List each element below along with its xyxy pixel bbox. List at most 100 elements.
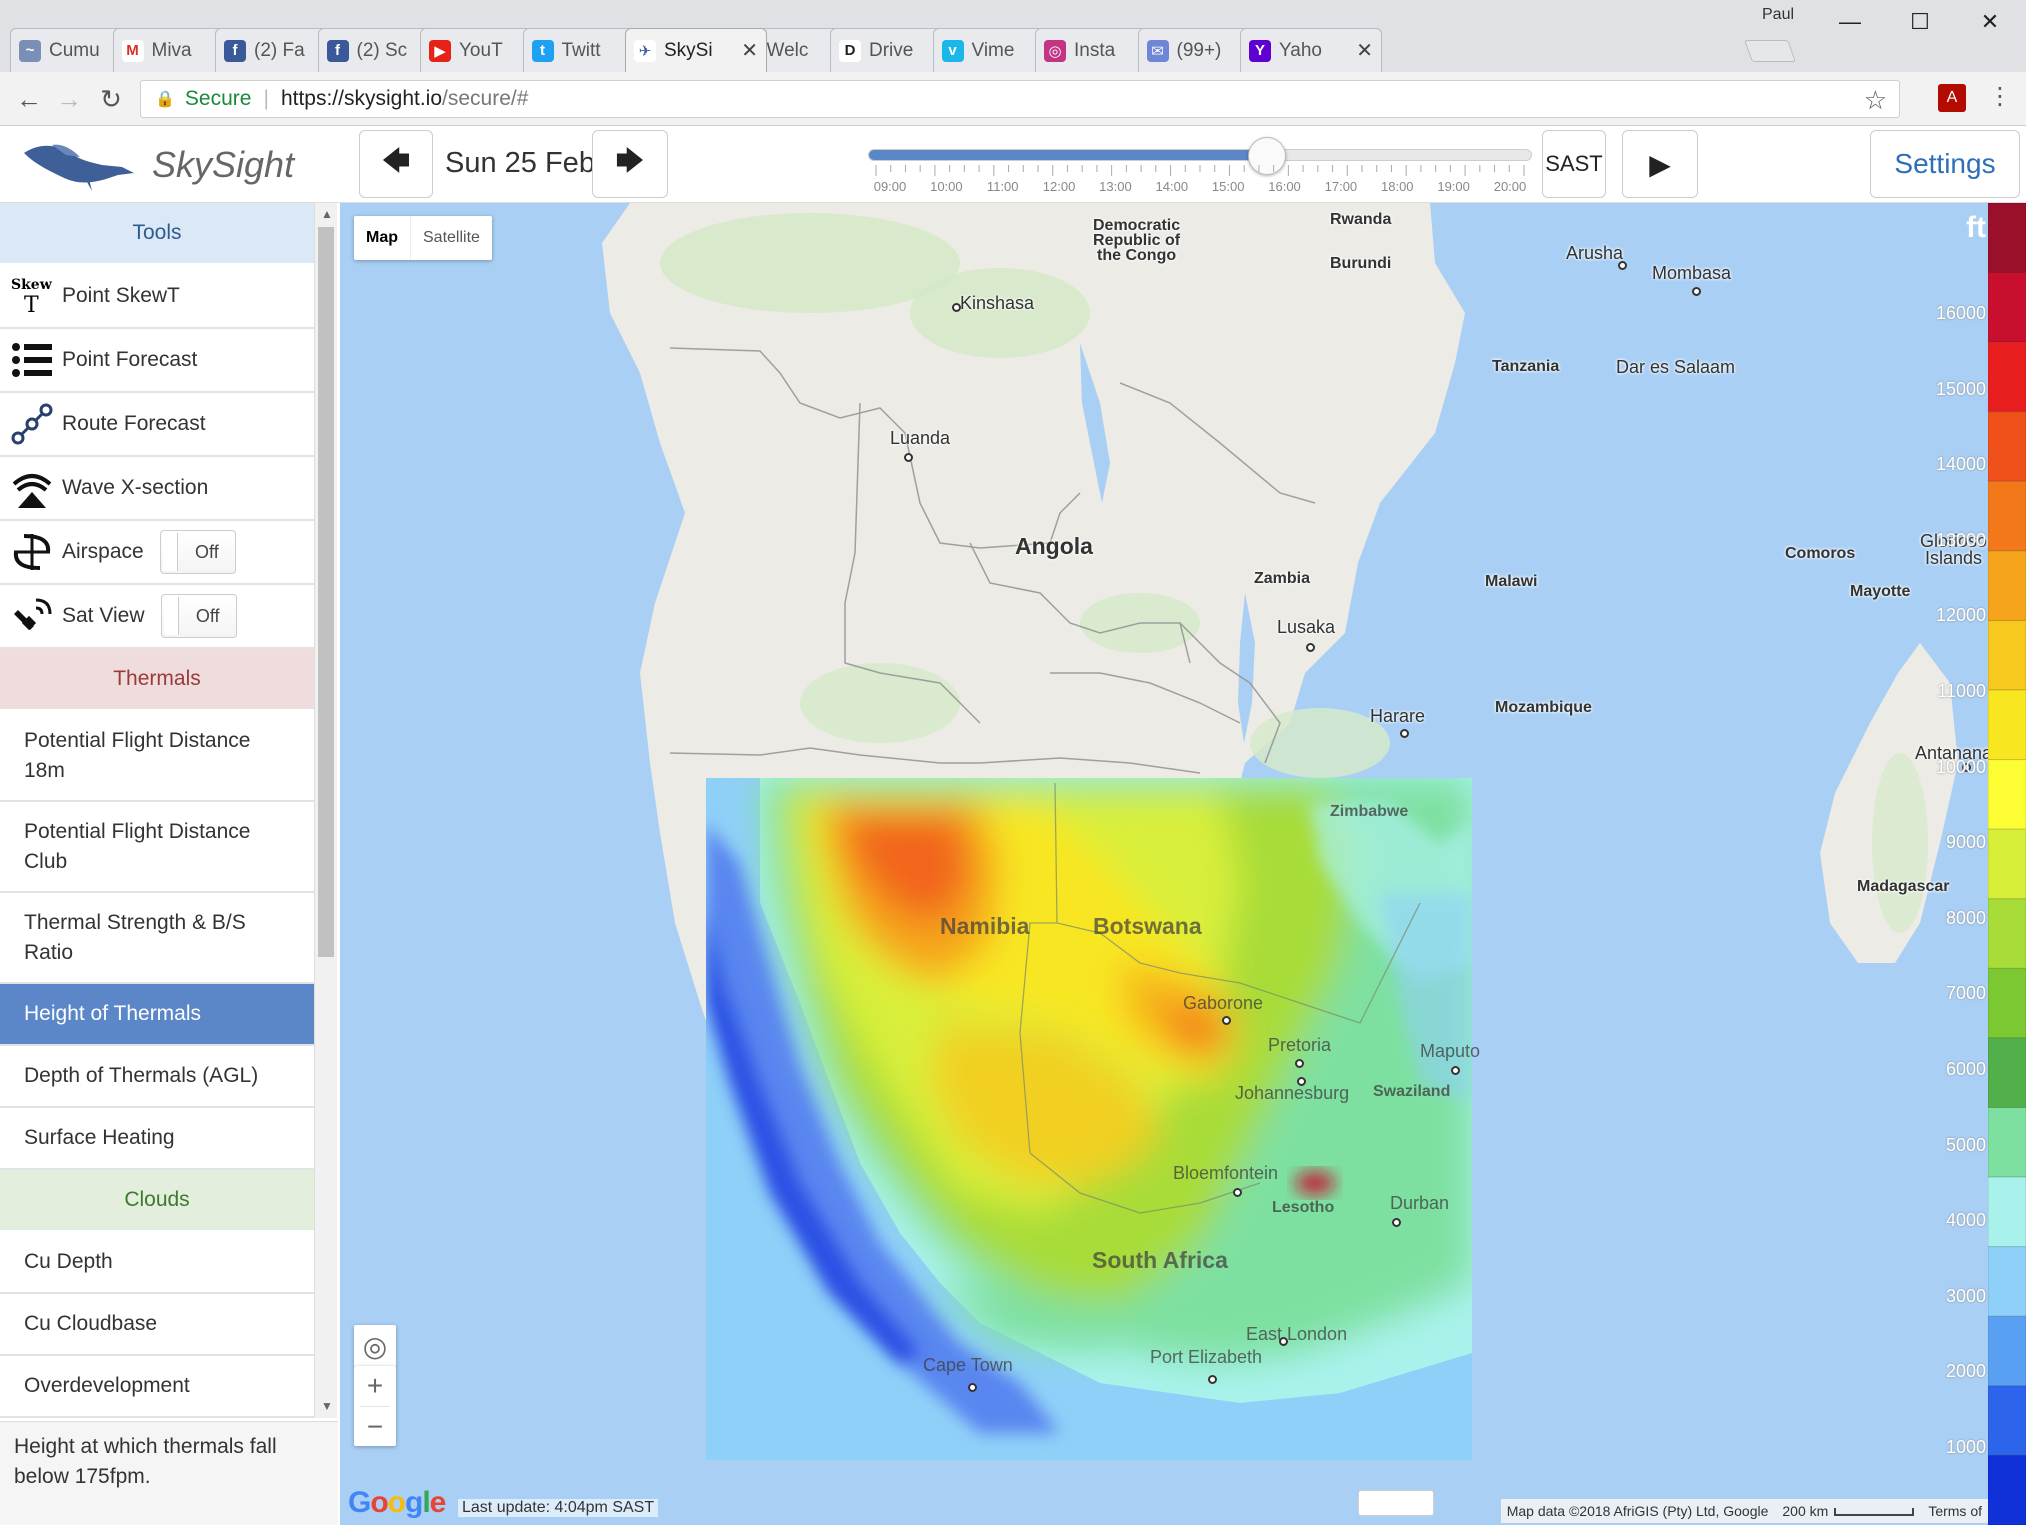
city-marker-icon[interactable] [1279, 1337, 1288, 1346]
tool-point-skewt[interactable]: Skew T Point SkewT [0, 265, 314, 329]
skewt-icon: Skew T [10, 274, 54, 318]
legend-color-swatch [1988, 480, 2026, 552]
zoom-in-button[interactable]: + [367, 1366, 383, 1406]
time-tick-label[interactable]: 12:00 [1043, 179, 1076, 194]
city-marker-icon[interactable] [1306, 643, 1315, 652]
map-label-harare: Harare [1370, 706, 1426, 726]
time-tick-label[interactable]: 11:00 [987, 179, 1019, 194]
layer-height-of-thermals[interactable]: Height of Thermals [0, 984, 314, 1046]
tool-sat-view[interactable]: Sat View Off [0, 585, 314, 649]
clouds-section-header[interactable]: Clouds [0, 1170, 314, 1232]
browser-toolbar: ← → ↻ 🔒 Secure | https://skysight.io/sec… [0, 72, 2026, 126]
legend-color-swatch [1988, 1246, 2026, 1317]
settings-button[interactable]: Settings [1870, 130, 2020, 198]
time-tick-label[interactable]: 14:00 [1156, 179, 1189, 194]
scroll-down-icon[interactable]: ▼ [321, 1399, 333, 1413]
map-label-swaziland: Swaziland [1373, 1083, 1451, 1100]
city-marker-icon[interactable] [1392, 1218, 1401, 1227]
address-bar[interactable]: 🔒 Secure | https://skysight.io/secure/# … [140, 80, 1900, 118]
layer-potential-flight-distance-18m[interactable]: Potential Flight Distance 18m [0, 711, 314, 802]
play-button[interactable]: ▶ [1622, 130, 1698, 198]
zoom-out-button[interactable]: − [360, 1406, 390, 1446]
city-marker-icon[interactable] [904, 453, 913, 462]
tab-title: YouT [459, 39, 503, 61]
maximize-button[interactable]: ☐ [1900, 4, 1940, 40]
terms-link[interactable]: Terms of [1928, 1503, 1982, 1519]
city-marker-icon[interactable] [1618, 261, 1627, 270]
legend-color-swatch [1988, 1107, 2026, 1178]
time-tick-label[interactable]: 19:00 [1437, 179, 1470, 194]
city-marker-icon[interactable] [1451, 1066, 1460, 1075]
city-marker-icon[interactable] [952, 303, 961, 312]
map-label-kinshasa: Kinshasa [960, 293, 1035, 313]
window-close-button[interactable]: ✕ [1970, 4, 2010, 40]
profile-name[interactable]: Paul [1762, 6, 1794, 24]
legend-tick-label: 13000 [1935, 529, 1986, 550]
thermals-section-header[interactable]: Thermals [0, 649, 314, 711]
city-marker-icon[interactable] [1692, 287, 1701, 296]
layer-potential-flight-distance-club[interactable]: Potential Flight Distance Club [0, 802, 314, 893]
my-location-button[interactable]: ◎ [354, 1325, 396, 1367]
opacity-slider[interactable] [1358, 1490, 1434, 1516]
pdf-extension-icon[interactable]: A [1938, 84, 1966, 112]
city-marker-icon[interactable] [1222, 1016, 1231, 1025]
timezone-button[interactable]: SAST [1542, 130, 1606, 198]
city-marker-icon[interactable] [1297, 1077, 1306, 1086]
city-marker-icon[interactable] [968, 1383, 977, 1392]
layer-surface-heating[interactable]: Surface Heating [0, 1108, 314, 1170]
time-slider[interactable] [868, 137, 1532, 175]
legend-color-swatch [1988, 203, 2026, 274]
tab-favicon-icon: f [326, 39, 349, 62]
tools-section-header[interactable]: Tools [0, 203, 314, 265]
tab-close-icon[interactable]: ✕ [741, 38, 758, 63]
time-tick-label[interactable]: 13:00 [1099, 179, 1132, 194]
new-tab-button[interactable] [1743, 40, 1797, 62]
map-type-satellite-button[interactable]: Satellite [410, 216, 492, 260]
map-type-map-button[interactable]: Map [354, 216, 410, 260]
scroll-up-icon[interactable]: ▲ [321, 207, 333, 221]
back-icon[interactable]: ← [12, 82, 46, 116]
city-marker-icon[interactable] [1400, 729, 1409, 738]
time-tick-label[interactable]: 10:00 [930, 179, 963, 194]
layer-thermal-strength[interactable]: Thermal Strength & B/S Ratio [0, 893, 314, 984]
tab-close-icon[interactable]: ✕ [1356, 38, 1373, 63]
time-tick-label[interactable]: 09:00 [874, 179, 907, 194]
tool-wave-x-section[interactable]: Wave X-section [0, 457, 314, 521]
tool-airspace[interactable]: Airspace Off [0, 521, 314, 585]
layer-cu-cloudbase[interactable]: Cu Cloudbase [0, 1294, 314, 1356]
sidebar-scrollbar[interactable]: ▲ ▼ [315, 203, 337, 1418]
bookmark-star-icon[interactable]: ☆ [1864, 85, 1887, 116]
tool-point-forecast[interactable]: Point Forecast [0, 329, 314, 393]
reload-icon[interactable]: ↻ [94, 82, 128, 116]
time-tick-label[interactable]: 18:00 [1381, 179, 1414, 194]
layer-depth-of-thermals[interactable]: Depth of Thermals (AGL) [0, 1046, 314, 1108]
browser-tab[interactable]: Y Yaho ✕ [1240, 28, 1382, 72]
browser-tab[interactable]: ✈ SkySi ✕ [625, 28, 767, 72]
map-canvas[interactable]: Democratic Republic of the Congo Rwanda Bu… [340, 203, 1988, 1525]
city-marker-icon[interactable] [1233, 1188, 1242, 1197]
browser-menu-icon[interactable]: ⋮ [1988, 82, 2012, 111]
sidebar-scroll-thumb[interactable] [318, 227, 334, 957]
tool-route-forecast[interactable]: Route Forecast [0, 393, 314, 457]
time-tick-label[interactable]: 20:00 [1494, 179, 1527, 194]
secure-label: Secure [184, 87, 252, 110]
next-day-button[interactable]: 🡆 [592, 130, 668, 198]
time-tick-label[interactable]: 15:00 [1212, 179, 1245, 194]
minimize-button[interactable]: — [1830, 4, 1870, 40]
layer-overdevelopment[interactable]: Overdevelopment [0, 1356, 314, 1418]
browser-chrome: ~Cumu✕MMiva✕f(2) Fa✕f(2) Sc✕▶YouT✕tTwitt… [0, 0, 2026, 126]
time-tick-label[interactable]: 17:00 [1325, 179, 1358, 194]
map-label-tanzania: Tanzania [1492, 358, 1560, 375]
city-marker-icon[interactable] [1295, 1059, 1304, 1068]
map-label-botswana: Botswana [1093, 913, 1202, 939]
tab-title: Yaho [1279, 39, 1322, 61]
layer-cu-depth[interactable]: Cu Depth [0, 1232, 314, 1294]
list-icon [10, 338, 54, 382]
previous-day-button[interactable]: 🡄 [359, 130, 433, 198]
airspace-toggle[interactable]: Off [159, 530, 236, 574]
time-tick-label[interactable]: 16:00 [1268, 179, 1301, 194]
city-marker-icon[interactable] [1208, 1375, 1217, 1384]
sat-view-toggle[interactable]: Off [160, 594, 237, 638]
layer-description: Height at which thermals fall below 175f… [0, 1421, 338, 1525]
forward-icon[interactable]: → [52, 82, 86, 116]
